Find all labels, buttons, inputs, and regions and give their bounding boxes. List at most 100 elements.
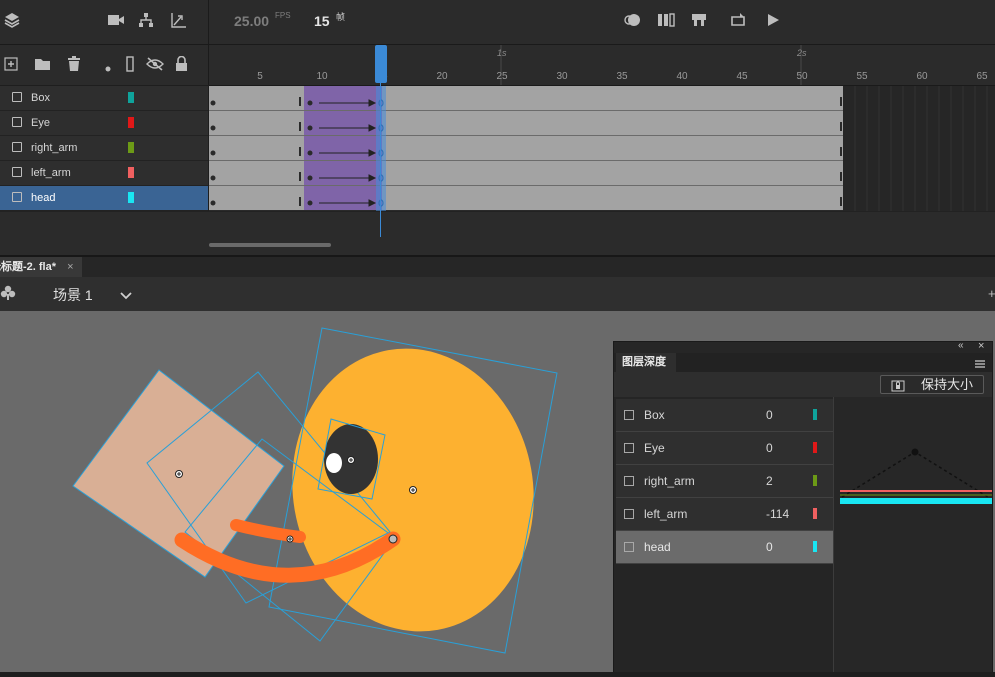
keyframe-markers <box>209 97 843 207</box>
play-icon[interactable] <box>766 13 780 30</box>
keep-size-label: 保持大小 <box>921 377 974 392</box>
tick-label: 35 <box>616 71 628 82</box>
current-frame[interactable]: 15 <box>314 13 330 29</box>
frame-unit: 帧 <box>336 12 346 22</box>
depth-row-box[interactable]: Box 0 <box>616 399 833 432</box>
timeline-scrollbar[interactable] <box>209 243 331 247</box>
layer-name: right_arm <box>31 142 78 154</box>
chevron-down-icon[interactable] <box>120 288 132 303</box>
frame-ruler[interactable]: 1s 2s 5 10 15 20 25 30 35 40 45 50 55 60… <box>209 45 995 86</box>
depth-value[interactable]: -114 <box>766 507 789 521</box>
frames-grid[interactable] <box>209 86 995 211</box>
document-tab[interactable]: 无标题-2. fla* × <box>0 257 82 277</box>
layer-color-swatch[interactable] <box>128 92 134 103</box>
club-symbol-icon[interactable] <box>0 285 16 304</box>
timeline-header-left <box>0 0 209 44</box>
layer-name: Box <box>31 92 50 104</box>
tick-label: 50 <box>796 71 808 82</box>
layer-name: head <box>31 192 56 204</box>
layer-color-swatch[interactable] <box>128 142 134 153</box>
layers-icon[interactable] <box>4 12 20 31</box>
layer-icon <box>12 92 22 102</box>
depth-row-left-arm[interactable]: left_arm -114 <box>616 498 833 531</box>
depth-value[interactable]: 0 <box>766 408 773 422</box>
depth-layer-name: Box <box>644 408 665 422</box>
document-tab-bar <box>0 255 995 279</box>
scene-bar: + <box>0 277 995 312</box>
depth-graph[interactable] <box>833 397 992 672</box>
depth-color-swatch <box>813 409 817 420</box>
add-icon[interactable]: + <box>988 287 995 300</box>
layer-icon <box>624 410 634 420</box>
depth-value[interactable]: 0 <box>766 441 773 455</box>
loop-range-icon[interactable] <box>691 13 707 30</box>
layer-name: left_arm <box>31 167 71 179</box>
second-mark-2: 2s <box>797 48 807 58</box>
collapse-icon[interactable]: « <box>958 340 964 351</box>
depth-color-swatch <box>813 508 817 519</box>
outline-icon[interactable] <box>126 56 134 75</box>
layer-row-left-arm[interactable]: left_arm <box>0 161 208 186</box>
scene-selector[interactable]: 场景 1 <box>53 285 93 305</box>
layer-icon <box>624 476 634 486</box>
layer-icon <box>12 167 22 177</box>
depth-layer-name: left_arm <box>644 507 688 521</box>
visibility-icon[interactable] <box>146 57 164 74</box>
depth-layer-name: Eye <box>644 441 665 455</box>
layer-icon <box>624 542 634 552</box>
depth-color-swatch <box>813 475 817 486</box>
depth-value[interactable]: 2 <box>766 474 773 488</box>
keep-size-button[interactable]: 保持大小 <box>880 375 984 394</box>
depth-row-right-arm[interactable]: right_arm 2 <box>616 465 833 498</box>
layer-name: Eye <box>31 117 50 129</box>
graph-icon[interactable] <box>171 12 187 31</box>
tick-label: 30 <box>556 71 568 82</box>
onion-skin-icon[interactable] <box>624 13 642 30</box>
loop-icon[interactable] <box>730 12 748 31</box>
edit-multiple-frames-icon[interactable] <box>657 13 675 30</box>
panel-menu-icon[interactable] <box>974 356 986 374</box>
layer-row-head[interactable]: head <box>0 186 208 211</box>
tick-label: 65 <box>976 71 988 82</box>
close-icon[interactable]: × <box>67 261 73 273</box>
layer-row-eye[interactable]: Eye <box>0 111 208 136</box>
second-mark-1: 1s <box>497 48 507 58</box>
close-panel-icon[interactable]: × <box>978 340 984 352</box>
camera-icon[interactable] <box>108 14 124 29</box>
layer-row-right-arm[interactable]: right_arm <box>0 136 208 161</box>
trash-icon[interactable] <box>67 56 81 75</box>
document-title: 无标题-2. fla* <box>0 261 57 273</box>
timeline-footer <box>0 211 995 256</box>
depth-graph-plot <box>840 448 992 504</box>
tick-label: 5 <box>257 71 263 82</box>
depth-row-head[interactable]: head 0 <box>616 531 833 564</box>
depth-color-swatch <box>813 442 817 453</box>
new-layer-icon[interactable] <box>4 57 18 74</box>
layer-color-swatch[interactable] <box>128 117 134 128</box>
lock-icon[interactable] <box>175 55 188 75</box>
fps-value[interactable]: 25.00 <box>234 13 269 29</box>
depth-value[interactable]: 0 <box>766 540 773 554</box>
depth-layer-name: right_arm <box>644 474 695 488</box>
tab-layer-depth[interactable]: 图层深度 <box>616 353 676 373</box>
fps-unit: FPS <box>275 11 291 20</box>
tick-label: 45 <box>736 71 748 82</box>
layer-color-swatch[interactable] <box>128 167 134 178</box>
depth-layer-name: head <box>644 540 671 554</box>
layer-row-box[interactable]: Box <box>0 86 208 111</box>
lock-frame-icon <box>891 379 905 396</box>
folder-icon[interactable] <box>34 57 51 74</box>
tick-label: 10 <box>316 71 328 82</box>
layer-icon <box>12 192 22 202</box>
playhead-handle[interactable] <box>375 45 387 83</box>
tick-label: 25 <box>496 71 508 82</box>
head-symbol <box>268 327 558 654</box>
depth-row-eye[interactable]: Eye 0 <box>616 432 833 465</box>
highlight-dot-icon[interactable] <box>105 60 111 75</box>
layer-icon <box>624 509 634 519</box>
hierarchy-icon[interactable] <box>138 12 154 31</box>
layer-color-swatch[interactable] <box>128 192 134 203</box>
layer-icon <box>624 443 634 453</box>
layer-tools-row <box>0 45 209 85</box>
tick-label: 60 <box>916 71 928 82</box>
